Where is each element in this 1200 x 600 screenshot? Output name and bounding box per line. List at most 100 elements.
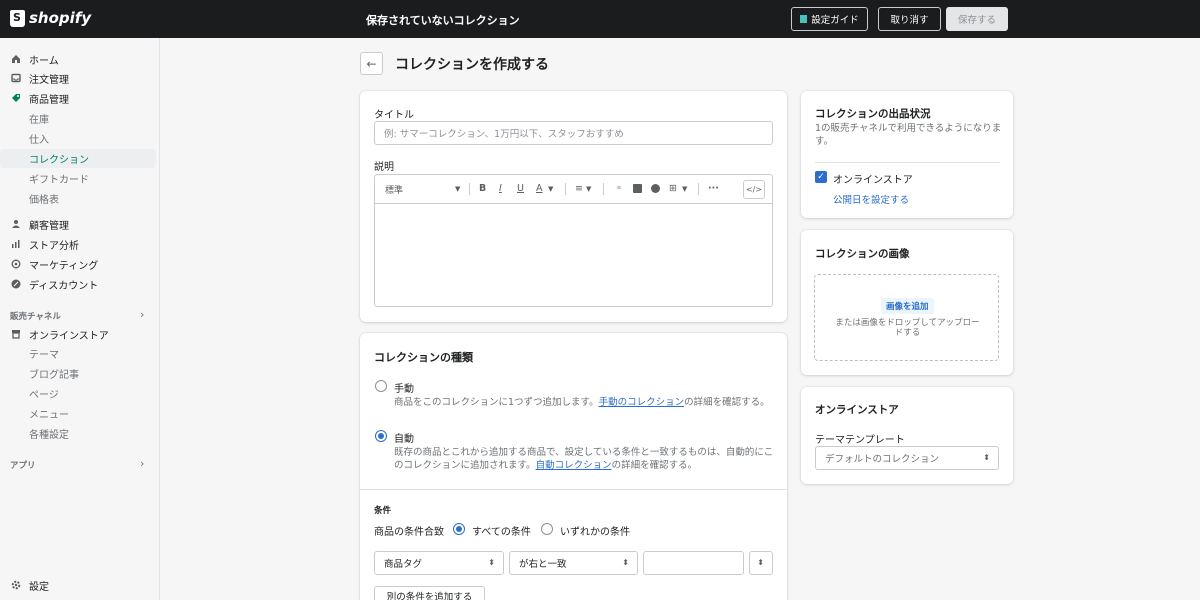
manual-radio[interactable] <box>375 380 387 392</box>
back-button[interactable]: ← <box>360 52 383 75</box>
set-publish-date-link[interactable]: 公開日を設定する <box>833 192 909 206</box>
gear-icon <box>11 580 21 590</box>
automated-description: 既存の商品とこれから追加する商品で、設定している条件と一致するものは、自動的にこ… <box>394 446 774 472</box>
tag-icon <box>11 93 21 103</box>
link-icon[interactable]: ⚭ <box>615 183 623 194</box>
sidebar-label: 価格表 <box>29 195 59 206</box>
sidebar-item-price-lists[interactable]: 価格表 <box>0 189 156 208</box>
apps-heading: アプリ <box>10 461 36 471</box>
setup-guide-label: 設定ガイド <box>811 15 859 26</box>
more-icon[interactable]: ··· <box>708 183 719 194</box>
sidebar-item-products[interactable]: 商品管理 <box>0 89 156 108</box>
match-label: 商品の条件合致 <box>374 527 444 538</box>
condition-operator-select[interactable]: が右と一致 ⬍ <box>509 551 638 575</box>
manual-collection-link[interactable]: 手動のコレクション <box>599 397 685 408</box>
sales-channels-heading: 販売チャネル <box>10 312 61 322</box>
theme-template-select[interactable]: デフォルトのコレクション ⬍ <box>815 446 999 470</box>
arrow-left-icon: ← <box>366 56 377 71</box>
desc-text: の詳細を確認する。 <box>684 397 770 408</box>
chevron-down-icon[interactable]: ▼ <box>455 185 460 193</box>
sidebar-item-analytics[interactable]: ストア分析 <box>0 235 156 254</box>
sidebar-item-inventory[interactable]: 在庫 <box>0 109 156 128</box>
video-icon[interactable] <box>651 184 660 193</box>
table-icon[interactable]: ⊞ <box>669 183 677 194</box>
discard-button[interactable]: 取り消す <box>878 7 941 31</box>
manual-description: 商品をこのコレクションに1つずつ追加します。手動のコレクションの詳細を確認する。 <box>394 396 772 409</box>
sidebar-item-orders[interactable]: 注文管理 <box>0 69 156 88</box>
manual-label: 手動 <box>394 384 414 395</box>
save-button[interactable]: 保存する <box>946 7 1008 31</box>
add-condition-button[interactable]: 別の条件を追加する <box>374 586 485 600</box>
code-view-icon[interactable]: </> <box>743 180 765 199</box>
sidebar-item-collections[interactable]: コレクション <box>0 149 156 168</box>
sidebar-label: 在庫 <box>29 115 49 126</box>
automated-collection-link[interactable]: 自動コレクション <box>536 460 612 471</box>
format-select[interactable]: 標準 <box>385 183 403 196</box>
channel-label: オンラインストア <box>833 175 913 186</box>
chevron-down-icon[interactable]: ▼ <box>682 185 687 193</box>
sidebar-item-pages[interactable]: ページ <box>0 384 156 403</box>
select-arrows-icon: ⬍ <box>622 558 629 567</box>
availability-heading: コレクションの出品状況 <box>815 108 931 120</box>
person-icon <box>11 219 21 229</box>
sidebar-item-menus[interactable]: メニュー <box>0 404 156 423</box>
sidebar-label: ブログ記事 <box>29 370 79 381</box>
template-label: テーマテンプレート <box>815 435 905 446</box>
condition-value-options[interactable]: ⬍ <box>749 551 773 575</box>
automated-label: 自動 <box>394 434 414 445</box>
flag-icon <box>800 15 808 23</box>
sidebar-item-settings[interactable]: 設定 <box>0 576 156 595</box>
description-textarea[interactable] <box>375 204 772 306</box>
sidebar-item-home[interactable]: ホーム <box>0 50 156 69</box>
bold-icon[interactable]: B <box>479 183 486 194</box>
any-condition-label: いずれかの条件 <box>560 527 630 538</box>
chevron-right-icon[interactable]: › <box>140 308 144 321</box>
automated-radio[interactable] <box>375 430 387 442</box>
sidebar-label: 商品管理 <box>29 95 69 106</box>
online-store-checkbox[interactable]: ✓ <box>815 171 827 183</box>
toolbar-divider <box>603 183 604 195</box>
sidebar-item-discounts[interactable]: ディスカウント <box>0 275 156 294</box>
image-dropzone[interactable]: 画像を追加 または画像をドロップしてアップロードする <box>814 274 999 361</box>
sidebar-item-customers[interactable]: 顧客管理 <box>0 215 156 234</box>
desc-text: 商品をこのコレクションに1つずつ追加します。 <box>394 397 599 408</box>
text-color-icon[interactable]: A <box>536 183 543 194</box>
align-icon[interactable]: ≡ <box>575 183 583 194</box>
availability-description: 1の販売チャネルで利用できるようになります。 <box>815 123 1002 147</box>
italic-icon[interactable]: I <box>499 183 502 194</box>
sidebar-item-themes[interactable]: テーマ <box>0 344 156 363</box>
sidebar-item-marketing[interactable]: マーケティング <box>0 255 156 274</box>
divider <box>360 489 787 490</box>
sidebar: ホーム 注文管理 商品管理 在庫 仕入 コレクション ギフトカード 価格表 顧客… <box>0 38 160 600</box>
sidebar-label: 各種設定 <box>29 430 69 441</box>
inbox-icon <box>11 73 21 83</box>
logo-text: shopify <box>29 9 92 27</box>
shopify-logo[interactable]: shopify <box>10 9 91 27</box>
top-bar: shopify 保存されていないコレクション 設定ガイド 取り消す 保存する <box>0 0 1200 38</box>
sidebar-label: メニュー <box>29 410 69 421</box>
chevron-right-icon[interactable]: › <box>140 457 144 470</box>
target-icon <box>11 259 21 269</box>
chevron-down-icon[interactable]: ▼ <box>586 185 591 193</box>
any-condition-radio[interactable] <box>541 523 553 535</box>
sidebar-item-online-store[interactable]: オンラインストア <box>0 325 156 344</box>
sidebar-item-blog-posts[interactable]: ブログ記事 <box>0 364 156 383</box>
setup-guide-button[interactable]: 設定ガイド <box>791 7 868 31</box>
condition-value-input[interactable] <box>643 551 744 575</box>
select-arrows-icon: ⬍ <box>983 453 990 462</box>
chevron-down-icon[interactable]: ▼ <box>548 185 553 193</box>
all-conditions-radio[interactable] <box>453 523 465 535</box>
title-input[interactable]: 例: サマーコレクション、1万円以下、スタッフおすすめ <box>374 121 773 145</box>
sidebar-item-preferences[interactable]: 各種設定 <box>0 424 156 443</box>
condition-field-select[interactable]: 商品タグ ⬍ <box>374 551 504 575</box>
underline-icon[interactable]: U <box>517 183 524 194</box>
toolbar-divider <box>698 183 699 195</box>
sidebar-item-gift-cards[interactable]: ギフトカード <box>0 169 156 188</box>
add-image-button[interactable]: 画像を追加 <box>881 298 934 314</box>
sidebar-item-purchase[interactable]: 仕入 <box>0 129 156 148</box>
unsaved-title: 保存されていないコレクション <box>366 14 520 27</box>
image-heading: コレクションの画像 <box>815 248 910 260</box>
checkmark-icon: ✓ <box>817 172 825 182</box>
image-icon[interactable] <box>633 184 642 193</box>
online-store-heading: オンラインストア <box>815 404 899 416</box>
